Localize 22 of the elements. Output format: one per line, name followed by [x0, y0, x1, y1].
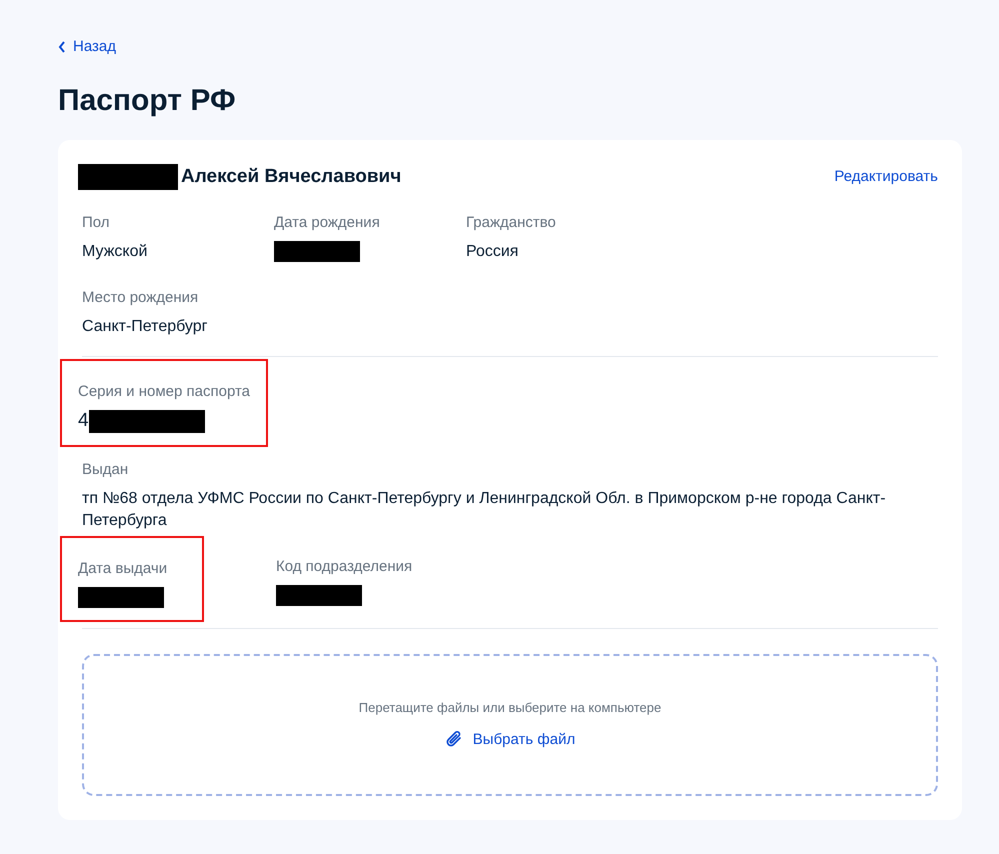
- field-value: Россия: [466, 242, 518, 262]
- chevron-left-icon: [58, 40, 66, 52]
- field-label: Серия и номер паспорта: [78, 382, 250, 400]
- field-label: Дата рождения: [274, 214, 381, 230]
- back-link[interactable]: Назад: [58, 38, 116, 55]
- choose-file-link[interactable]: Выбрать файл: [444, 729, 576, 749]
- field-label: Гражданство: [466, 214, 557, 230]
- drop-hint: Перетащите файлы или выберите на компьютере: [358, 700, 662, 715]
- holder-name: Алексей Вячеславович: [181, 166, 402, 188]
- file-drop-zone[interactable]: Перетащите файлы или выберите на компьютере Выбрать файл: [82, 654, 938, 796]
- field-label: Код подразделения: [276, 558, 414, 574]
- field-label: Дата выдачи: [78, 560, 168, 576]
- field-value: 4: [78, 410, 89, 432]
- page-title: Паспорт РФ: [58, 84, 237, 118]
- field-label: Выдан: [82, 460, 130, 478]
- field-label: Пол: [82, 214, 111, 230]
- field-value: Санкт-Петербург: [82, 318, 208, 334]
- field-label: Место рождения: [82, 288, 200, 306]
- paperclip-icon: [444, 729, 463, 749]
- field-value: тп №68 отдела УФМС России по Санкт-Петербургу и Ленинградской Обл. в Приморском р-не города Санкт-Петербурга: [82, 490, 886, 528]
- field-value: Мужской: [82, 242, 148, 262]
- edit-link[interactable]: Редактировать: [834, 168, 938, 185]
